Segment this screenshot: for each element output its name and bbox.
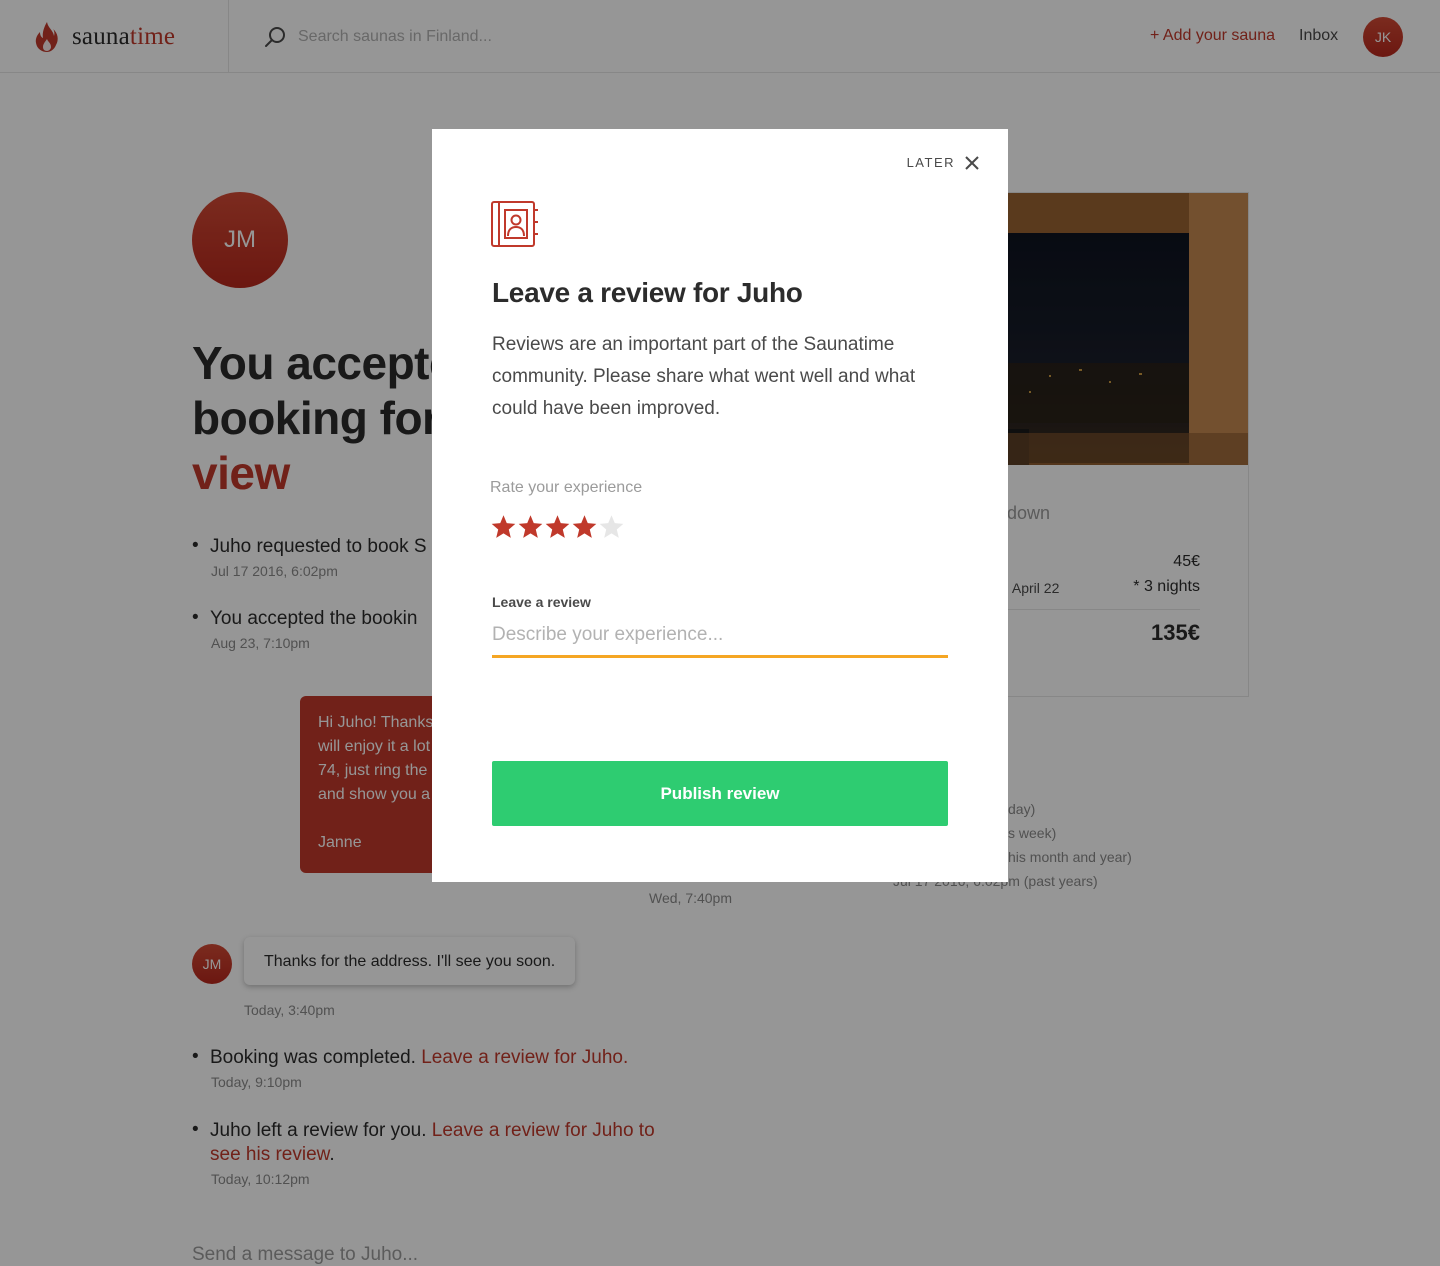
modal-description: Reviews are an important part of the Sau… [492, 334, 916, 419]
rate-label: Rate your experience [490, 479, 643, 496]
review-label: Leave a review [492, 594, 591, 610]
star-filled-icon[interactable] [544, 513, 571, 541]
star-filled-icon[interactable] [571, 513, 598, 541]
star-rating[interactable] [490, 513, 625, 541]
review-input[interactable] [492, 620, 948, 658]
review-modal: LATER Leave a review for Juho Reviews ar… [432, 129, 1008, 882]
close-icon[interactable] [965, 155, 979, 170]
review-book-icon [491, 201, 538, 247]
publish-review-button[interactable]: Publish review [492, 761, 948, 826]
modal-title: Leave a review for Juho [492, 277, 803, 308]
later-button[interactable]: LATER [907, 155, 979, 170]
star-filled-icon[interactable] [517, 513, 544, 541]
later-label: LATER [906, 155, 955, 170]
star-empty-icon[interactable] [598, 513, 625, 541]
star-filled-icon[interactable] [490, 513, 517, 541]
